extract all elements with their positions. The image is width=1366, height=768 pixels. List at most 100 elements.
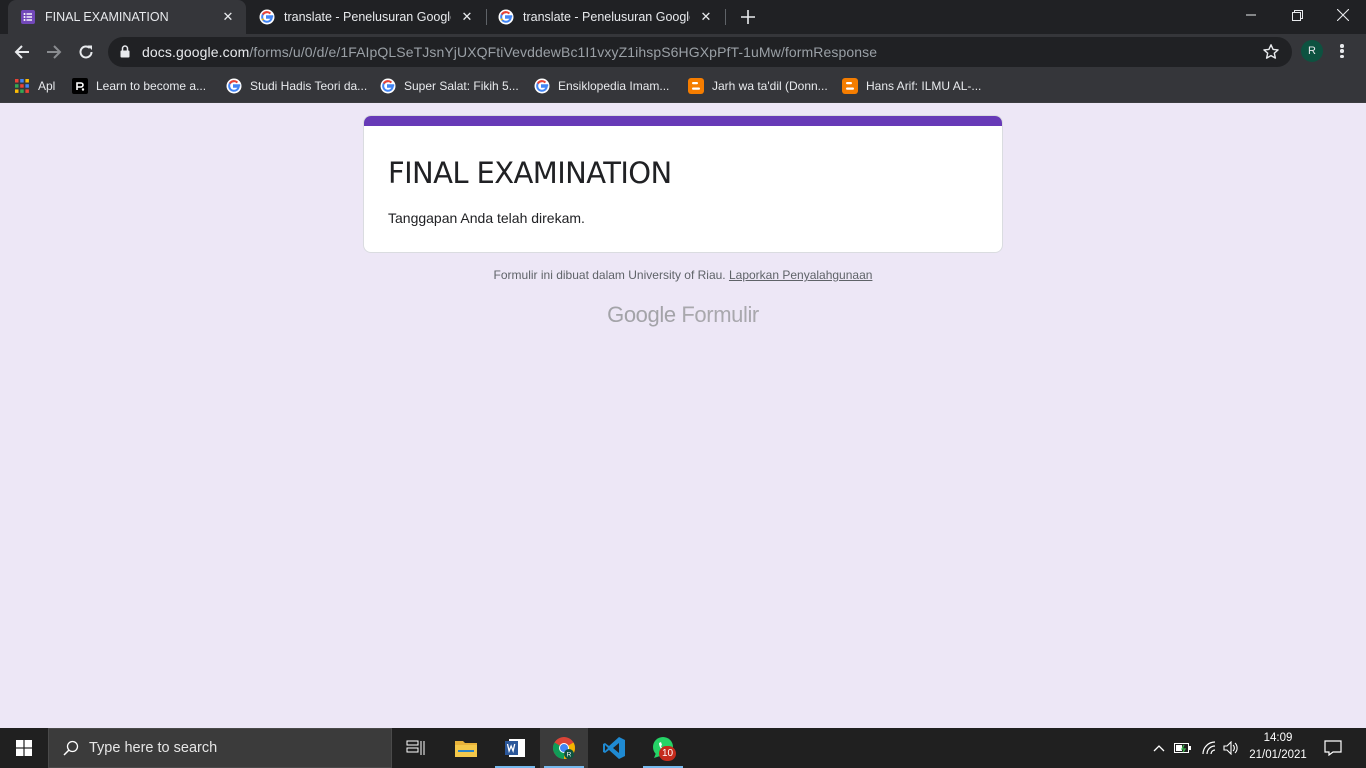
restore-button[interactable]	[1274, 0, 1320, 30]
system-clock[interactable]: 14:09 21/01/2021	[1242, 730, 1314, 766]
profile-avatar[interactable]: R	[1301, 40, 1323, 62]
google-g-icon	[226, 78, 242, 94]
forms-wordmark: Formulir	[681, 302, 759, 327]
taskbar-word[interactable]	[491, 728, 539, 768]
tab-title: FINAL EXAMINATION	[45, 10, 169, 24]
google-forms-logo[interactable]: Google Formulir	[363, 302, 1003, 328]
whatsapp-unread-badge: 10	[659, 746, 677, 761]
google-wordmark: Google	[607, 302, 676, 327]
apps-grid-icon	[15, 79, 29, 93]
url-path: /forms/u/0/d/e/1FAIpQLSeTJsnYjUXQFtiVevd…	[249, 44, 878, 60]
battery-icon	[1174, 743, 1191, 753]
site-r-icon	[72, 78, 88, 94]
speaker-icon	[1223, 741, 1238, 755]
form-title: FINAL EXAMINATION	[388, 156, 672, 190]
arrow-left-icon	[14, 45, 29, 59]
back-button[interactable]	[8, 38, 36, 66]
tab-close-icon[interactable]: ✕	[220, 9, 236, 25]
close-icon	[1337, 9, 1349, 21]
taskbar-chrome[interactable]: R	[540, 728, 588, 768]
tab-title: translate - Penelusuran Google	[523, 10, 690, 24]
tab-translate-1[interactable]: translate - Penelusuran Google ✕	[247, 0, 485, 34]
url-text: docs.google.com/forms/u/0/d/e/1FAIpQLSeT…	[142, 44, 877, 60]
start-button[interactable]	[0, 728, 48, 768]
bookmark-studi-hadis[interactable]: Studi Hadis Teori da...	[226, 76, 367, 96]
bookmark-label: Jarh wa ta'dil (Donn...	[712, 79, 828, 93]
reload-button[interactable]	[72, 38, 100, 66]
forward-button[interactable]	[40, 38, 68, 66]
blogger-icon	[842, 78, 858, 94]
new-tab-button[interactable]	[736, 5, 760, 29]
action-center-button[interactable]	[1318, 728, 1348, 768]
tab-final-examination[interactable]: FINAL EXAMINATION ✕	[8, 0, 246, 34]
task-view-button[interactable]	[392, 728, 440, 768]
browser-toolbar: docs.google.com/forms/u/0/d/e/1FAIpQLSeT…	[0, 34, 1366, 70]
blogger-icon	[688, 78, 704, 94]
word-icon	[505, 739, 525, 757]
chevron-up-icon	[1153, 745, 1165, 752]
bookmark-star-icon[interactable]	[1262, 43, 1280, 61]
bookmarks-bar: Apl Learn to become a... Studi Hadis Teo…	[0, 70, 1366, 103]
chrome-profile-initial: R	[567, 752, 572, 759]
google-g-icon	[534, 78, 550, 94]
close-window-button[interactable]	[1320, 0, 1366, 30]
wifi-tray-icon[interactable]	[1198, 728, 1220, 768]
url-host: docs.google.com	[142, 44, 250, 60]
windows-taskbar: Type here to search R 14:09 21/01/2021	[0, 728, 1366, 768]
folder-icon	[455, 741, 477, 757]
search-icon	[63, 740, 79, 756]
bookmark-apps[interactable]: Apl	[14, 76, 55, 96]
plus-icon	[741, 10, 755, 24]
bookmark-label: Learn to become a...	[96, 79, 207, 93]
wifi-icon	[1202, 741, 1216, 755]
browser-menu-icon[interactable]	[1336, 42, 1348, 60]
google-forms-icon	[21, 10, 35, 24]
google-g-icon	[259, 9, 275, 25]
bookmark-jarh[interactable]: Jarh wa ta'dil (Donn...	[688, 76, 828, 96]
form-accent-bar	[364, 116, 1002, 126]
tab-close-icon[interactable]: ✕	[698, 9, 714, 25]
arrow-right-icon	[47, 45, 62, 59]
search-placeholder: Type here to search	[89, 740, 218, 756]
google-g-icon	[380, 78, 396, 94]
tab-separator	[725, 9, 726, 25]
response-recorded-message: Tanggapan Anda telah direkam.	[388, 210, 585, 226]
bookmark-label: Ensiklopedia Imam...	[558, 79, 670, 93]
form-response-card: FINAL EXAMINATION Tanggapan Anda telah d…	[363, 115, 1003, 253]
address-bar[interactable]: docs.google.com/forms/u/0/d/e/1FAIpQLSeT…	[108, 37, 1292, 67]
bookmark-learn[interactable]: Learn to become a...	[72, 76, 206, 96]
bookmark-label: Studi Hadis Teori da...	[250, 79, 368, 93]
google-g-icon	[498, 9, 514, 25]
volume-tray-icon[interactable]	[1220, 728, 1242, 768]
reload-icon	[79, 45, 93, 59]
lock-icon	[120, 45, 130, 58]
taskbar-vscode[interactable]	[590, 728, 638, 768]
footer-text: Formulir ini dibuat dalam University of …	[493, 268, 729, 282]
tab-translate-2[interactable]: translate - Penelusuran Google ✕	[486, 0, 724, 34]
vscode-icon	[603, 737, 625, 759]
windows-logo-icon	[16, 740, 32, 756]
taskbar-file-explorer[interactable]	[442, 728, 490, 768]
notification-icon	[1324, 740, 1342, 756]
bookmark-super-salat[interactable]: Super Salat: Fikih 5...	[380, 76, 519, 96]
taskbar-search-box[interactable]: Type here to search	[48, 728, 392, 768]
tab-title: translate - Penelusuran Google	[284, 10, 451, 24]
bookmark-label: Super Salat: Fikih 5...	[404, 79, 519, 93]
chrome-icon: R	[553, 737, 575, 759]
battery-tray-icon[interactable]	[1172, 728, 1194, 768]
clock-date: 21/01/2021	[1249, 749, 1307, 761]
report-abuse-link[interactable]: Laporkan Penyalahgunaan	[729, 268, 872, 282]
task-view-icon	[406, 740, 425, 755]
bookmark-label: Apl	[38, 79, 56, 93]
clock-time: 14:09	[1263, 732, 1293, 744]
tab-strip: FINAL EXAMINATION ✕ translate - Penelusu…	[0, 0, 1366, 34]
bookmark-hans-arif[interactable]: Hans Arif: ILMU AL-...	[842, 76, 981, 96]
form-footer: Formulir ini dibuat dalam University of …	[363, 268, 1003, 282]
show-hidden-icons-button[interactable]	[1148, 728, 1170, 768]
minimize-icon	[1246, 14, 1256, 16]
bookmark-ensiklopedia[interactable]: Ensiklopedia Imam...	[534, 76, 669, 96]
tab-close-icon[interactable]: ✕	[459, 9, 475, 25]
minimize-button[interactable]	[1228, 0, 1274, 30]
bookmark-label: Hans Arif: ILMU AL-...	[866, 79, 982, 93]
restore-icon	[1291, 9, 1303, 21]
